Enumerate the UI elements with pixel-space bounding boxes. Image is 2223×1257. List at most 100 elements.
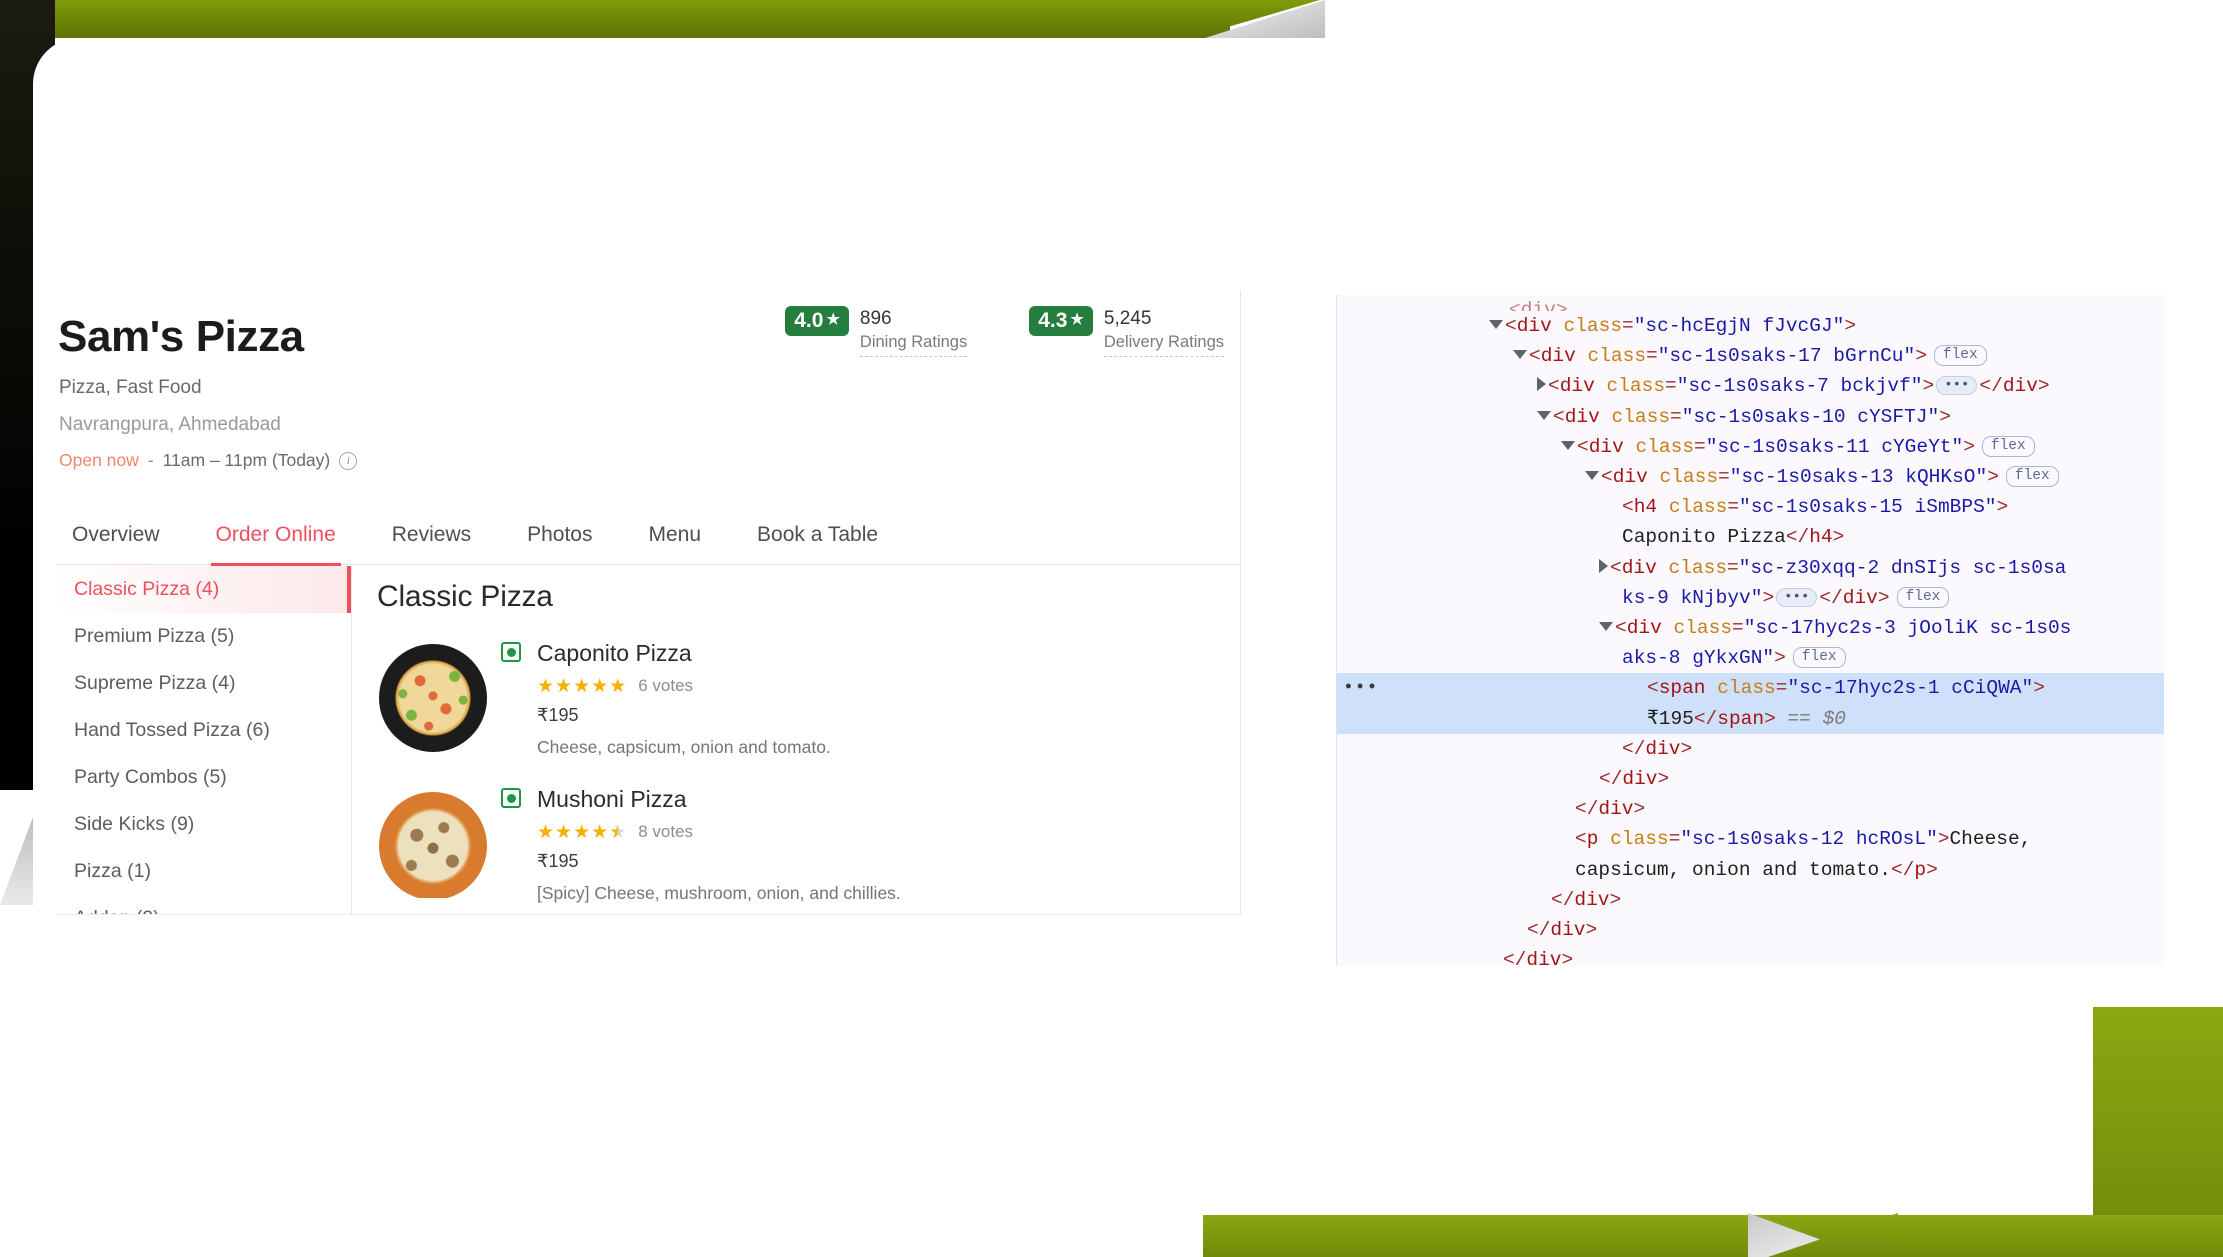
hours-text: 11am – 11pm (Today) <box>162 450 331 470</box>
devtools-elements-panel[interactable]: <div> <div class="sc-hcEgjN fJvcGJ"> <di… <box>1336 295 2164 965</box>
dish-rating: ★ ★ ★ ★ ★ 6 votes <box>537 676 831 696</box>
hours-separator: - <box>147 450 154 470</box>
ratings-summary: 4.0 ★ 896 Dining Ratings 4.3 ★ 5,245 Deliv… <box>785 306 1224 358</box>
dom-close-tag[interactable]: </div> <box>1337 885 2164 915</box>
dom-close-tag[interactable]: </div> <box>1337 734 2164 764</box>
dining-rating-score: 4.0 <box>794 309 824 332</box>
delivery-rating-block[interactable]: 4.3 ★ 5,245 Delivery Ratings <box>1029 306 1224 358</box>
tab-photos[interactable]: Photos <box>499 523 620 564</box>
section-tabs: Overview Order Online Reviews Photos Men… <box>56 505 1240 566</box>
dish-rating: ★ ★ ★ ★ ★ 8 votes <box>537 822 901 842</box>
dom-text-node[interactable]: Caponito Pizza</h4> <box>1337 522 2164 552</box>
bottom-grey-wedge <box>1748 1213 1868 1257</box>
dom-node[interactable]: <div class="sc-1s0saks-17 bGrnCu"> flex <box>1337 341 2164 371</box>
dish-name: Caponito Pizza <box>537 640 692 666</box>
tab-overview[interactable]: Overview <box>56 523 188 564</box>
dom-text-node[interactable]: capsicum, onion and tomato.</p> <box>1337 855 2164 885</box>
dom-node[interactable]: <div class="sc-17hyc2s-3 jOoliK sc-1s0s <box>1337 613 2164 643</box>
veg-indicator-icon <box>501 788 521 808</box>
sidebar-item-hand-tossed-pizza[interactable]: Hand Tossed Pizza (6) <box>56 707 351 754</box>
tab-menu[interactable]: Menu <box>621 523 730 564</box>
dom-node-wrap[interactable]: ks-9 kNjbyv"> ••• </div> flex <box>1337 583 2164 613</box>
dom-text-price: ₹195 <box>1647 707 1694 730</box>
sidebar-item-classic-pizza[interactable]: Classic Pizza (4) <box>56 566 351 613</box>
open-status-badge: Open now <box>59 450 139 470</box>
dom-node[interactable]: <div class="sc-hcEgjN fJvcGJ"> <box>1337 311 2164 341</box>
menu-category-sidebar: Classic Pizza (4) Premium Pizza (5) Supr… <box>56 566 352 914</box>
restaurant-locality: Navrangpura, Ahmedabad <box>59 414 281 435</box>
menu-items-panel: Classic Pizza Caponito Pizza ★ ★ ★ ★ ★ 6 vot… <box>353 566 1240 914</box>
dom-text-node-selected[interactable]: ₹195</span> == $0 <box>1337 703 2164 734</box>
dish-image <box>377 640 489 752</box>
top-green-band <box>0 0 1230 38</box>
restaurant-page-screenshot: Sam's Pizza Pizza, Fast Food Navrangpura… <box>56 290 1241 915</box>
tab-book-a-table[interactable]: Book a Table <box>729 523 906 564</box>
dish-description: Cheese, capsicum, onion and tomato. <box>537 737 831 757</box>
restaurant-cuisine: Pizza, Fast Food <box>59 377 202 398</box>
sidebar-item-pizza[interactable]: Pizza (1) <box>56 848 351 895</box>
sidebar-item-addon[interactable]: Addon (2) <box>56 895 351 914</box>
dish-votes: 6 votes <box>638 676 694 695</box>
star-rating-icons: ★ ★ ★ ★ ★ <box>537 675 627 697</box>
dom-node-wrap[interactable]: aks-8 gYkxGN"> flex <box>1337 643 2164 673</box>
flex-badge[interactable]: flex <box>1792 647 1846 669</box>
sidebar-item-supreme-pizza[interactable]: Supreme Pizza (4) <box>56 660 351 707</box>
flex-badge[interactable]: flex <box>1896 586 1950 608</box>
star-rating-icons: ★ ★ ★ ★ ★ <box>537 821 627 843</box>
dom-text-caponito: Caponito Pizza <box>1622 526 1786 549</box>
dom-node[interactable]: <div class="sc-1s0saks-13 kQHKsO"> flex <box>1337 462 2164 492</box>
tab-reviews[interactable]: Reviews <box>364 523 499 564</box>
dom-node[interactable]: <p class="sc-1s0saks-12 hcROsL">Cheese, <box>1337 824 2164 854</box>
bottom-green-wedge <box>1768 1213 1898 1257</box>
dom-node[interactable]: <div class="sc-1s0saks-10 cYSFTJ"> <box>1337 402 2164 432</box>
menu-item[interactable]: Caponito Pizza ★ ★ ★ ★ ★ 6 votes ₹195 Cheese… <box>377 640 1240 758</box>
flex-badge[interactable]: flex <box>2005 466 2059 488</box>
dish-image <box>377 786 489 898</box>
slide-canvas: Sam's Pizza Pizza, Fast Food Navrangpura… <box>0 0 2223 1257</box>
dom-node[interactable]: <h4 class="sc-1s0saks-15 iSmBPS"> <box>1337 492 2164 522</box>
dish-price: ₹195 <box>537 851 579 871</box>
sidebar-item-side-kicks[interactable]: Side Kicks (9) <box>56 801 351 848</box>
menu-section-heading: Classic Pizza <box>377 580 553 613</box>
dining-rating-pill: 4.0 ★ <box>785 306 849 337</box>
dom-node[interactable]: <div class="sc-1s0saks-7 bckjvf"> ••• </di… <box>1337 371 2164 401</box>
flex-badge[interactable]: flex <box>1981 435 2035 457</box>
expand-ellipsis-button[interactable]: ••• <box>1936 376 1978 396</box>
dining-rating-block[interactable]: 4.0 ★ 896 Dining Ratings <box>785 306 968 358</box>
selected-node-ref: == $0 <box>1787 707 1846 730</box>
delivery-rating-count: 5,245 <box>1103 308 1152 329</box>
selected-node-marker[interactable]: ••• <box>1343 673 1378 703</box>
dom-node[interactable]: <div class="sc-1s0saks-11 cYGeYt"> flex <box>1337 432 2164 462</box>
veg-indicator-icon <box>501 642 521 662</box>
menu-item[interactable]: Mushoni Pizza ★ ★ ★ ★ ★ 8 votes ₹195 [Spicy]… <box>377 786 1240 904</box>
restaurant-hours: Open now - 11am – 11pm (Today) i <box>59 450 358 471</box>
star-icon: ★ <box>826 311 840 329</box>
star-icon: ★ <box>1070 311 1084 329</box>
expand-ellipsis-button[interactable]: ••• <box>1776 587 1818 607</box>
dish-description: [Spicy] Cheese, mushroom, onion, and chi… <box>537 883 901 903</box>
dish-name: Mushoni Pizza <box>537 786 687 812</box>
dining-rating-label: Dining Ratings <box>859 331 968 358</box>
delivery-rating-score: 4.3 <box>1038 309 1068 332</box>
dom-close-tag[interactable]: </div> <box>1337 915 2164 945</box>
delivery-rating-pill: 4.3 ★ <box>1029 306 1093 337</box>
info-icon[interactable]: i <box>339 451 358 470</box>
dish-price: ₹195 <box>537 705 579 725</box>
dom-close-tag[interactable]: </div> <box>1337 764 2164 794</box>
top-green-wedge <box>1190 0 1320 38</box>
delivery-rating-label: Delivery Ratings <box>1103 331 1224 358</box>
dom-node-clipped: <div> <box>1509 299 1568 311</box>
dom-close-tag[interactable]: </div> <box>1337 945 2164 965</box>
dom-tree: <div> <div class="sc-hcEgjN fJvcGJ"> <di… <box>1337 295 2164 965</box>
sidebar-item-party-combos[interactable]: Party Combos (5) <box>56 754 351 801</box>
dom-node[interactable]: <div class="sc-z30xqq-2 dnSIjs sc-1s0sa <box>1337 553 2164 583</box>
flex-badge[interactable]: flex <box>1933 345 1987 367</box>
page-title: Sam's Pizza <box>58 312 304 361</box>
dining-rating-count: 896 <box>859 308 892 329</box>
dish-votes: 8 votes <box>638 822 694 841</box>
tab-order-online[interactable]: Order Online <box>188 523 364 566</box>
sidebar-item-premium-pizza[interactable]: Premium Pizza (5) <box>56 613 351 660</box>
bottom-green-band <box>1203 1215 2223 1257</box>
dom-node-selected[interactable]: ••• <span class="sc-17hyc2s-1 cCiQWA"> <box>1337 673 2164 704</box>
dom-close-tag[interactable]: </div> <box>1337 794 2164 824</box>
